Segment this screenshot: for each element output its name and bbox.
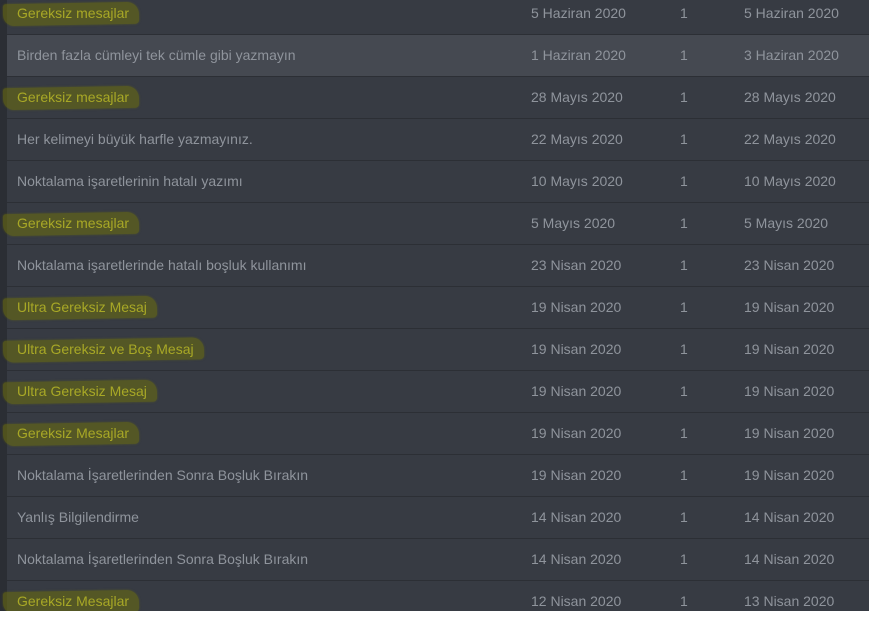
thread-title[interactable]: Noktalama İşaretlerinden Sonra Boşluk Bı… [17,551,308,567]
thread-reply-count: 1 [680,215,688,231]
thread-start-date: 28 Mayıs 2020 [531,89,623,105]
table-row[interactable]: Noktalama işaretlerinin hatalı yazımı 10… [7,161,869,203]
thread-reply-count: 1 [680,467,688,483]
thread-start-date: 1 Haziran 2020 [531,47,626,63]
thread-title-cell[interactable]: Noktalama İşaretlerinden Sonra Boşluk Bı… [17,539,308,580]
thread-reply-count: 1 [680,341,688,357]
table-row[interactable]: Gereksiz Mesajlar 19 Nisan 2020 1 19 Nis… [2,413,869,455]
thread-title[interactable]: Her kelimeyi büyük harfle yazmayınız. [17,131,253,147]
thread-reply-count: 1 [680,89,688,105]
thread-start-date: 12 Nisan 2020 [531,593,622,609]
thread-start-date: 19 Nisan 2020 [531,467,622,483]
thread-title[interactable]: Gereksiz mesajlar [17,5,129,21]
thread-start-date: 23 Nisan 2020 [531,257,622,273]
thread-last-date: 14 Nisan 2020 [744,551,835,567]
thread-start-date: 5 Mayıs 2020 [531,215,616,231]
thread-title[interactable]: Gereksiz mesajlar [17,215,129,231]
thread-start-date: 14 Nisan 2020 [531,509,622,525]
thread-start-date: 19 Nisan 2020 [531,299,622,315]
thread-start-date: 19 Nisan 2020 [531,341,622,357]
thread-start-date: 19 Nisan 2020 [531,425,622,441]
thread-last-date: 3 Haziran 2020 [744,47,839,63]
thread-title-cell[interactable]: Ultra Gereksiz Mesaj [2,371,158,412]
thread-reply-count: 1 [680,425,688,441]
thread-title[interactable]: Noktalama işaretlerinin hatalı yazımı [17,173,243,189]
thread-title[interactable]: Gereksiz Mesajlar [17,593,129,609]
table-row[interactable]: Gereksiz mesajlar 5 Haziran 2020 1 5 Haz… [2,0,869,35]
table-row[interactable]: Ultra Gereksiz Mesaj 19 Nisan 2020 1 19 … [2,287,869,329]
thread-title[interactable]: Gereksiz Mesajlar [17,425,129,441]
thread-last-date: 22 Mayıs 2020 [744,131,836,147]
thread-title[interactable]: Birden fazla cümleyi tek cümle gibi yazm… [17,47,296,63]
thread-last-date: 19 Nisan 2020 [744,341,835,357]
table-row[interactable]: Noktalama İşaretlerinden Sonra Boşluk Bı… [7,455,869,497]
thread-list-panel: Gereksiz mesajlar 5 Haziran 2020 1 5 Haz… [0,0,869,611]
thread-last-date: 10 Mayıs 2020 [744,173,836,189]
thread-title-cell[interactable]: Her kelimeyi büyük harfle yazmayınız. [17,119,253,160]
thread-title-cell[interactable]: Gereksiz Mesajlar [2,581,140,611]
thread-last-date: 19 Nisan 2020 [744,383,835,399]
table-row[interactable]: Noktalama işaretlerinde hatalı boşluk ku… [7,245,869,287]
thread-title-cell[interactable]: Gereksiz mesajlar [2,203,140,244]
thread-title[interactable]: Ultra Gereksiz Mesaj [17,383,147,399]
thread-last-date: 19 Nisan 2020 [744,299,835,315]
thread-reply-count: 1 [680,131,688,147]
thread-start-date: 19 Nisan 2020 [531,383,622,399]
thread-reply-count: 1 [680,5,688,21]
thread-title-cell[interactable]: Noktalama işaretlerinde hatalı boşluk ku… [17,245,306,286]
thread-title[interactable]: Yanlış Bilgilendirme [17,509,139,525]
table-row[interactable]: Gereksiz mesajlar 28 Mayıs 2020 1 28 May… [2,77,869,119]
thread-last-date: 23 Nisan 2020 [744,257,835,273]
thread-reply-count: 1 [680,509,688,525]
thread-start-date: 14 Nisan 2020 [531,551,622,567]
thread-title-cell[interactable]: Gereksiz mesajlar [2,77,140,118]
table-row[interactable]: Gereksiz Mesajlar 12 Nisan 2020 1 13 Nis… [2,581,869,611]
thread-start-date: 22 Mayıs 2020 [531,131,623,147]
thread-title[interactable]: Ultra Gereksiz Mesaj [17,299,147,315]
thread-last-date: 14 Nisan 2020 [744,509,835,525]
thread-title[interactable]: Noktalama işaretlerinde hatalı boşluk ku… [17,257,306,273]
thread-last-date: 5 Mayıs 2020 [744,215,829,231]
table-row[interactable]: Her kelimeyi büyük harfle yazmayınız. 22… [7,119,869,161]
thread-start-date: 10 Mayıs 2020 [531,173,623,189]
thread-reply-count: 1 [680,551,688,567]
thread-start-date: 5 Haziran 2020 [531,5,626,21]
table-row[interactable]: Ultra Gereksiz ve Boş Mesaj 19 Nisan 202… [2,329,869,371]
thread-title-cell[interactable]: Ultra Gereksiz ve Boş Mesaj [2,329,205,370]
thread-last-date: 13 Nisan 2020 [744,593,835,609]
thread-title-cell[interactable]: Ultra Gereksiz Mesaj [2,287,158,328]
thread-title-cell[interactable]: Noktalama İşaretlerinden Sonra Boşluk Bı… [17,455,308,496]
table-row[interactable]: Gereksiz mesajlar 5 Mayıs 2020 1 5 Mayıs… [2,203,869,245]
table-row[interactable]: Ultra Gereksiz Mesaj 19 Nisan 2020 1 19 … [2,371,869,413]
thread-reply-count: 1 [680,173,688,189]
thread-reply-count: 1 [680,299,688,315]
thread-title-cell[interactable]: Birden fazla cümleyi tek cümle gibi yazm… [17,35,296,76]
thread-last-date: 28 Mayıs 2020 [744,89,836,105]
thread-reply-count: 1 [680,383,688,399]
thread-title-cell[interactable]: Noktalama işaretlerinin hatalı yazımı [17,161,243,202]
bottom-margin [0,611,869,617]
thread-title[interactable]: Noktalama İşaretlerinden Sonra Boşluk Bı… [17,467,308,483]
thread-last-date: 19 Nisan 2020 [744,425,835,441]
thread-reply-count: 1 [680,593,688,609]
thread-title-cell[interactable]: Yanlış Bilgilendirme [17,497,139,538]
thread-table: Gereksiz mesajlar 5 Haziran 2020 1 5 Haz… [2,0,869,611]
thread-title[interactable]: Gereksiz mesajlar [17,89,129,105]
table-row[interactable]: Yanlış Bilgilendirme 14 Nisan 2020 1 14 … [7,497,869,539]
thread-title-cell[interactable]: Gereksiz mesajlar [2,0,140,34]
table-row[interactable]: Birden fazla cümleyi tek cümle gibi yazm… [7,35,869,77]
thread-last-date: 19 Nisan 2020 [744,467,835,483]
thread-reply-count: 1 [680,47,688,63]
thread-last-date: 5 Haziran 2020 [744,5,839,21]
table-row[interactable]: Noktalama İşaretlerinden Sonra Boşluk Bı… [7,539,869,581]
thread-reply-count: 1 [680,257,688,273]
thread-title[interactable]: Ultra Gereksiz ve Boş Mesaj [17,341,194,357]
thread-title-cell[interactable]: Gereksiz Mesajlar [2,413,140,454]
